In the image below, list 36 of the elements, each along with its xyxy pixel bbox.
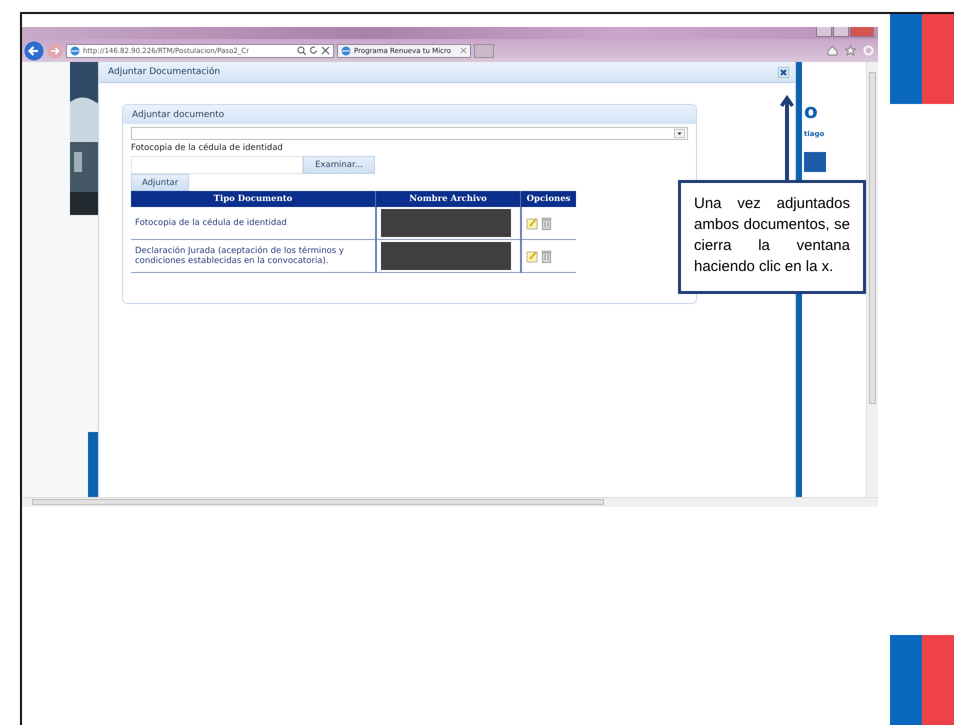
field-label: Fotocopia de la cédula de identidad [131, 143, 284, 153]
callout-note: Una vez adjuntados ambos documentos, se cierra la ventana haciendo clic en la x. [678, 180, 866, 294]
new-tab-button[interactable] [474, 44, 494, 58]
vertical-scrollbar[interactable] [866, 62, 878, 497]
home-icon[interactable] [827, 45, 838, 56]
trash-icon[interactable] [540, 216, 552, 230]
trash-icon[interactable] [540, 249, 552, 263]
column-header: Nombre Archivo [376, 191, 520, 207]
browse-button[interactable]: Examinar... [303, 156, 375, 174]
column-header: Opciones [520, 191, 576, 207]
close-icon[interactable] [778, 66, 789, 78]
panel-title: Adjuntar documento [132, 110, 224, 120]
file-input-field[interactable] [131, 156, 303, 174]
forward-button[interactable] [47, 42, 63, 58]
globe-icon [341, 46, 351, 56]
page-sidebar-bar [88, 432, 98, 497]
page-text: o [804, 100, 819, 122]
column-header: Tipo Documento [131, 191, 376, 207]
attach-button[interactable]: Adjuntar [131, 174, 190, 191]
globe-icon [70, 46, 80, 56]
dropdown-arrow-icon[interactable] [674, 129, 685, 138]
maximize-button[interactable] [833, 27, 849, 37]
page-banner [804, 152, 826, 172]
refresh-icon[interactable] [309, 46, 318, 55]
dropdown-field[interactable] [131, 127, 688, 140]
dialog-title: Adjuntar Documentación [108, 67, 220, 77]
star-icon[interactable] [845, 45, 856, 56]
table-cell: Declaración Jurada (aceptación de los términos y condiciones establecidas en la convocatoria). [131, 240, 376, 272]
close-icon[interactable] [321, 46, 330, 55]
pencil-icon[interactable] [526, 216, 538, 230]
back-button[interactable] [24, 40, 44, 60]
search-icon[interactable] [297, 46, 306, 55]
horizontal-scrollbar[interactable] [22, 497, 878, 507]
table-cell: Fotocopia de la cédula de identidad [131, 207, 376, 240]
minimize-button[interactable] [816, 27, 832, 37]
pencil-icon[interactable] [526, 250, 538, 262]
